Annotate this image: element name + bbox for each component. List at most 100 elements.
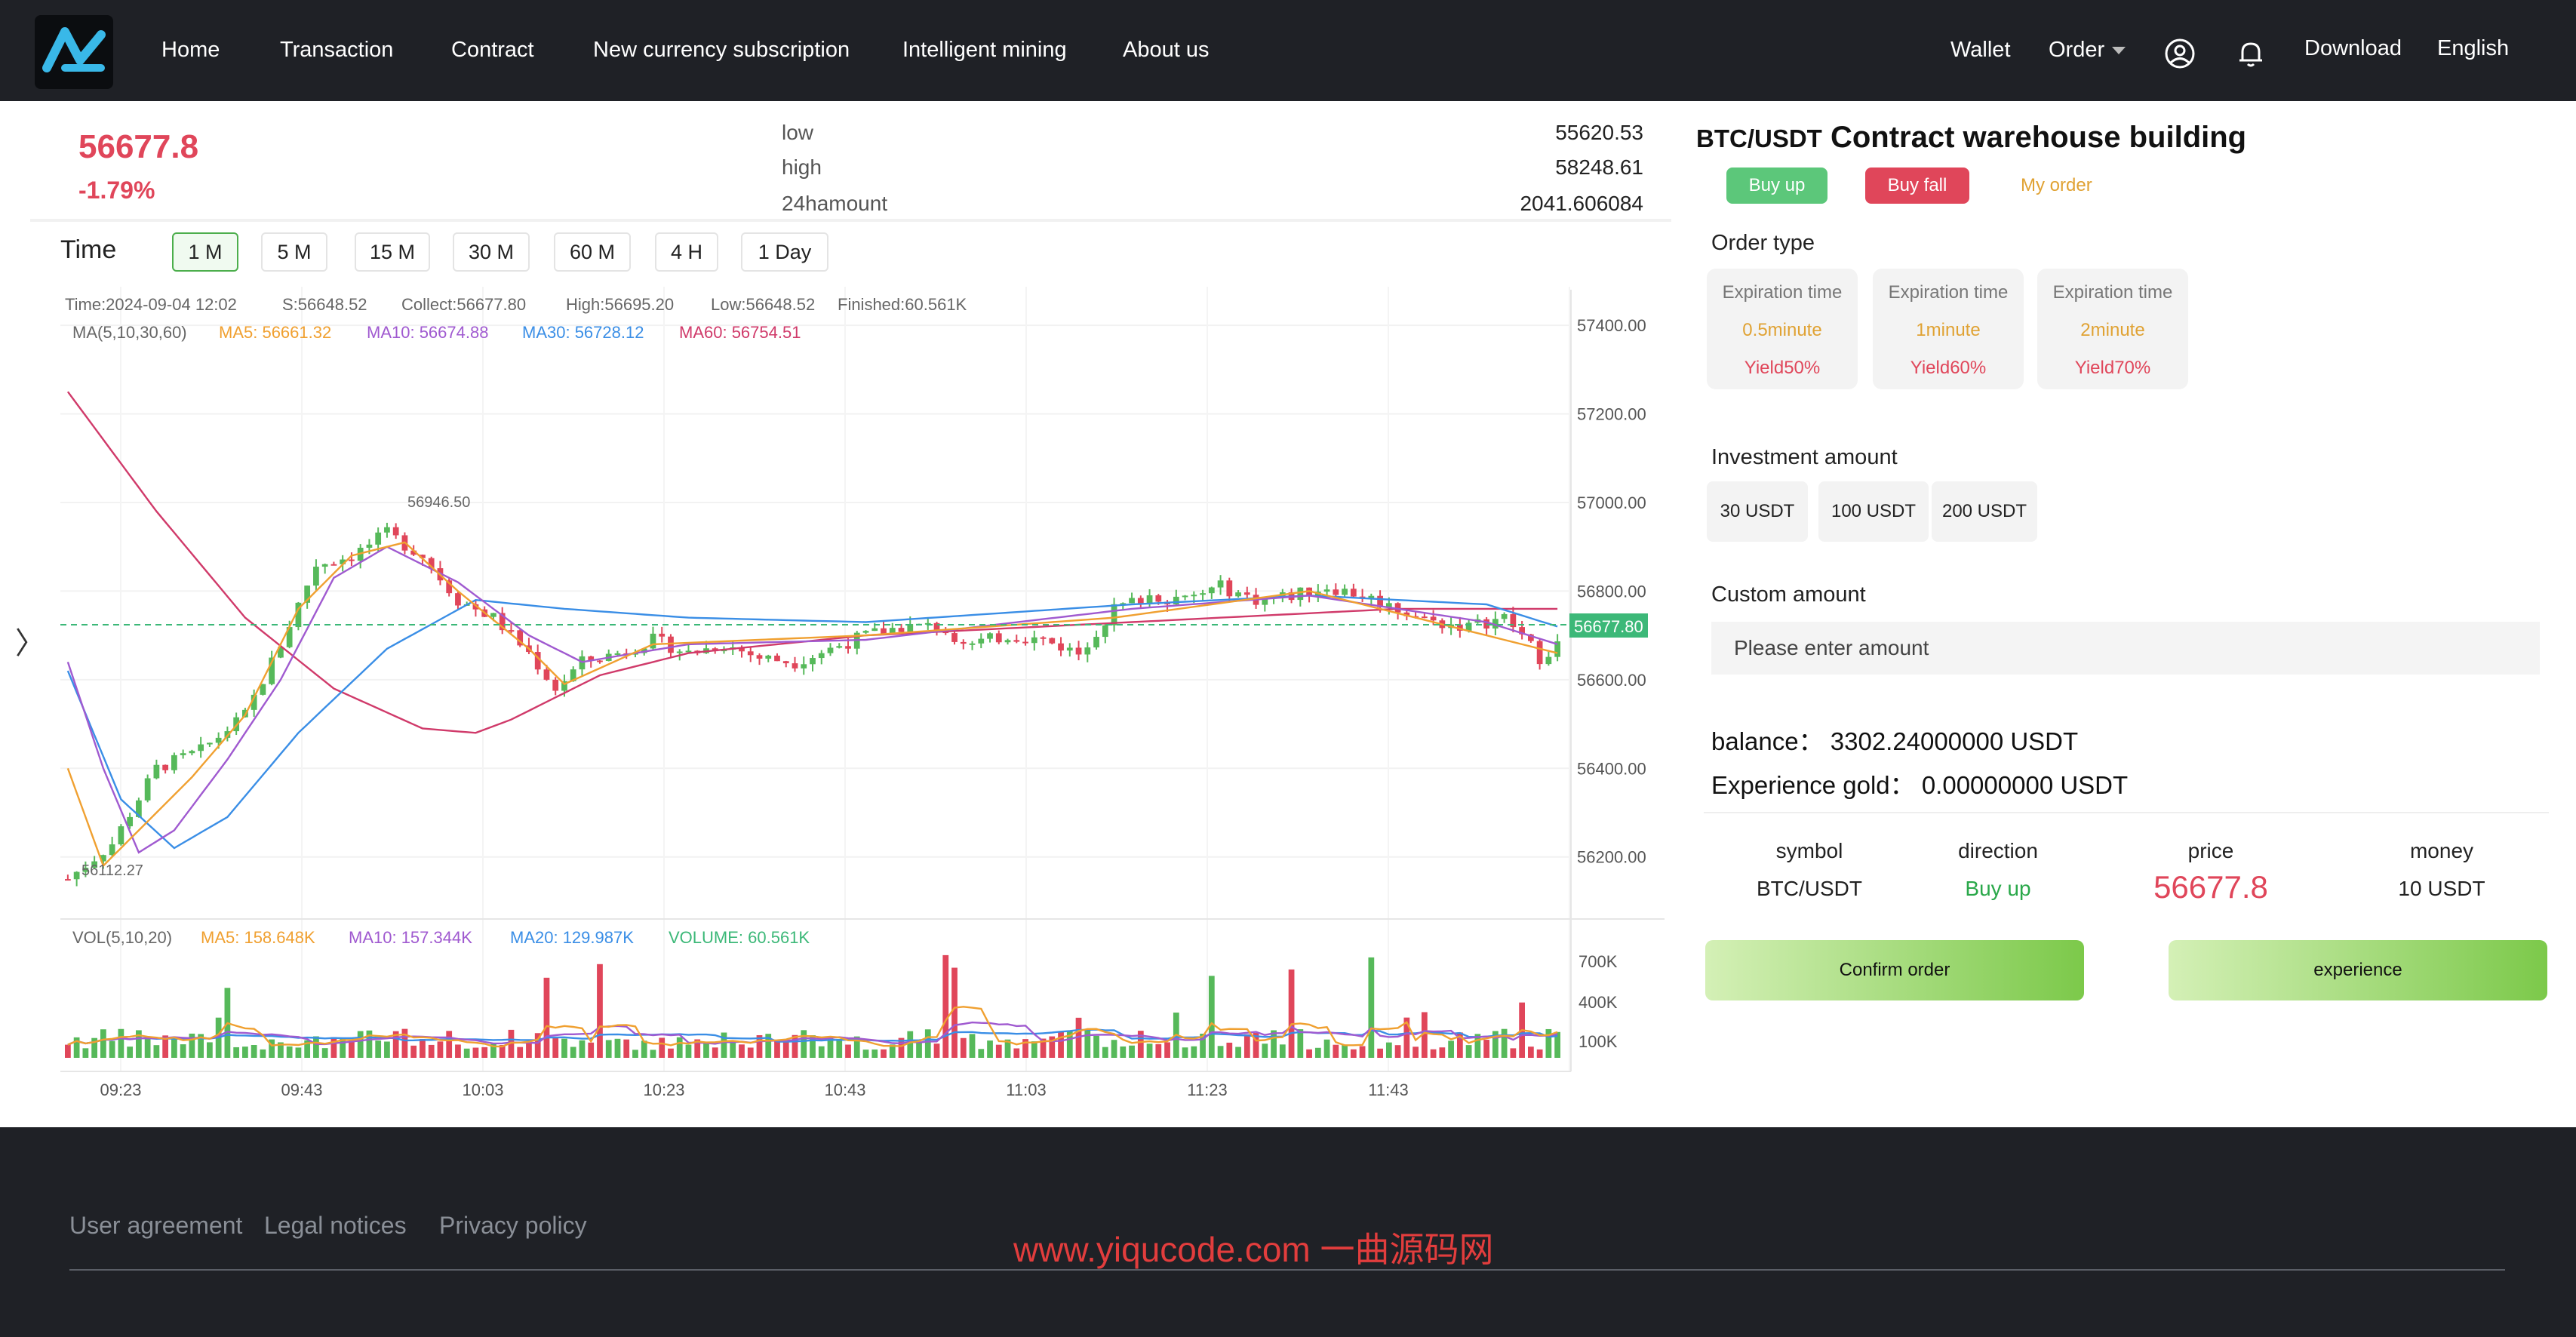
volume-bar bbox=[1377, 1048, 1383, 1058]
last-price: 56677.8 bbox=[78, 128, 199, 165]
nav-contract[interactable]: Contract bbox=[451, 38, 534, 63]
timeframe-60m[interactable]: 60 M bbox=[554, 232, 631, 272]
timeframe-15m[interactable]: 15 M bbox=[355, 232, 430, 272]
candle-body bbox=[321, 564, 328, 567]
footer-privacy-policy[interactable]: Privacy policy bbox=[439, 1212, 587, 1240]
custom-amount-input[interactable] bbox=[1711, 622, 2540, 675]
nav-order-dropdown[interactable]: Order bbox=[2049, 38, 2126, 63]
volume-bar bbox=[357, 1031, 364, 1058]
volume-bar bbox=[1430, 1049, 1437, 1058]
top-nav: Home Transaction Contract New currency s… bbox=[0, 0, 2576, 101]
amount-200-button[interactable]: 200 USDT bbox=[1932, 481, 2037, 542]
volume-bar bbox=[605, 1040, 612, 1058]
candlestick-chart[interactable]: 57400.00 57200.00 57000.00 56800.00 56600.00… bbox=[0, 279, 1675, 1117]
panel-title-text: Contract warehouse building bbox=[1830, 121, 2247, 154]
footer-user-agreement[interactable]: User agreement bbox=[69, 1212, 242, 1240]
timeframe-time[interactable]: Time bbox=[60, 235, 116, 265]
footer-legal-notices[interactable]: Legal notices bbox=[264, 1212, 407, 1240]
candle-body bbox=[171, 755, 177, 770]
volume-bar bbox=[295, 1047, 302, 1058]
volume-bar bbox=[1510, 1048, 1517, 1058]
volume-bar bbox=[1545, 1028, 1552, 1058]
candle-body bbox=[1129, 598, 1135, 604]
price-header: price bbox=[2187, 839, 2234, 862]
candle-body bbox=[871, 628, 878, 632]
volume-bar bbox=[561, 1038, 567, 1058]
time-tick-label: 11:23 bbox=[1187, 1080, 1227, 1099]
volume-bar bbox=[410, 1045, 417, 1058]
timeframe-30m[interactable]: 30 M bbox=[453, 232, 530, 272]
timeframe-1m[interactable]: 1 M bbox=[172, 232, 238, 272]
balance-text: balance： 3302.24000000 USDT bbox=[1711, 727, 2079, 755]
candle-body bbox=[1191, 595, 1197, 597]
volume-bar bbox=[1288, 969, 1295, 1058]
candle-body bbox=[1243, 592, 1250, 595]
volume-bar bbox=[1342, 1044, 1348, 1058]
volume-bar bbox=[420, 1039, 426, 1058]
volume-bar bbox=[1243, 1034, 1250, 1058]
min-price-marker: 56112.27 bbox=[81, 862, 143, 879]
volume-bar bbox=[437, 1041, 444, 1058]
buy-fall-button[interactable]: Buy fall bbox=[1865, 168, 1969, 204]
volume-bar bbox=[1527, 1047, 1534, 1058]
volume-bar bbox=[153, 1045, 160, 1058]
my-order-link[interactable]: My order bbox=[2021, 175, 2092, 196]
confirm-order-button[interactable]: Confirm order bbox=[1705, 940, 2084, 1000]
nav-wallet[interactable]: Wallet bbox=[1950, 38, 2011, 63]
logo[interactable] bbox=[35, 15, 113, 89]
amount-30-button[interactable]: 30 USDT bbox=[1707, 481, 1808, 542]
volume-bar bbox=[730, 1042, 736, 1058]
buy-up-button[interactable]: Buy up bbox=[1726, 168, 1827, 204]
nav-language[interactable]: English bbox=[2437, 36, 2509, 61]
ma-legend-label: MA(5,10,30,60) bbox=[72, 323, 187, 342]
candle-body bbox=[898, 628, 905, 632]
timeframe-1day[interactable]: 1 Day bbox=[741, 232, 828, 272]
experience-button[interactable]: experience bbox=[2169, 940, 2547, 1000]
volume-bar bbox=[1385, 1042, 1392, 1058]
expiration-card-2min[interactable]: Expiration time 2minute Yield70% bbox=[2037, 269, 2188, 389]
expiration-yield: Yield60% bbox=[1910, 358, 1987, 378]
volume-bar bbox=[1111, 1040, 1117, 1058]
amount-100-button[interactable]: 100 USDT bbox=[1818, 481, 1929, 542]
volume-bar bbox=[1448, 1040, 1454, 1058]
vol-ma20-legend: MA20: 129.987K bbox=[510, 928, 634, 947]
timeframe-5m[interactable]: 5 M bbox=[261, 232, 327, 272]
volume-bar bbox=[818, 1046, 825, 1058]
volume-bar bbox=[144, 1037, 151, 1058]
nav-new-currency-subscription[interactable]: New currency subscription bbox=[593, 38, 850, 63]
volume-bar bbox=[871, 1049, 878, 1058]
candle-body bbox=[1465, 622, 1472, 631]
candle-body bbox=[508, 630, 515, 632]
volume-bar bbox=[455, 1044, 461, 1058]
candle-body bbox=[1333, 589, 1339, 595]
volume-bar bbox=[1084, 1028, 1091, 1058]
volume-bar bbox=[747, 1047, 754, 1058]
volume-bar bbox=[286, 1046, 293, 1058]
volume-bar bbox=[82, 1048, 89, 1058]
candle-body bbox=[1058, 643, 1064, 651]
candle-body bbox=[1182, 595, 1188, 598]
bell-icon[interactable] bbox=[2235, 38, 2267, 69]
candle-body bbox=[1031, 637, 1037, 644]
nav-about-us[interactable]: About us bbox=[1123, 38, 1209, 63]
timeframe-4h[interactable]: 4 H bbox=[655, 232, 718, 272]
candle-body bbox=[1545, 656, 1552, 665]
candle-body bbox=[1155, 595, 1162, 602]
custom-amount-label: Custom amount bbox=[1711, 582, 1866, 607]
user-icon[interactable] bbox=[2164, 38, 2196, 69]
candle-body bbox=[756, 655, 763, 659]
candle-body bbox=[1049, 638, 1056, 644]
time-tick-label: 11:03 bbox=[1006, 1080, 1046, 1099]
volume-bar bbox=[517, 1047, 524, 1058]
volume-bar bbox=[836, 1038, 843, 1058]
candle-body bbox=[881, 628, 887, 634]
nav-home[interactable]: Home bbox=[161, 38, 220, 63]
panel-title: BTC/USDT Contract warehouse building bbox=[1696, 121, 2246, 155]
expiration-card-1min[interactable]: Expiration time 1minute Yield60% bbox=[1873, 269, 2024, 389]
volume-bar bbox=[1501, 1028, 1508, 1058]
expiration-card-0.5min[interactable]: Expiration time 0.5minute Yield50% bbox=[1707, 269, 1858, 389]
nav-transaction[interactable]: Transaction bbox=[280, 38, 393, 63]
nav-intelligent-mining[interactable]: Intelligent mining bbox=[902, 38, 1067, 63]
nav-download[interactable]: Download bbox=[2304, 36, 2402, 61]
volume-bar bbox=[1483, 1040, 1489, 1058]
